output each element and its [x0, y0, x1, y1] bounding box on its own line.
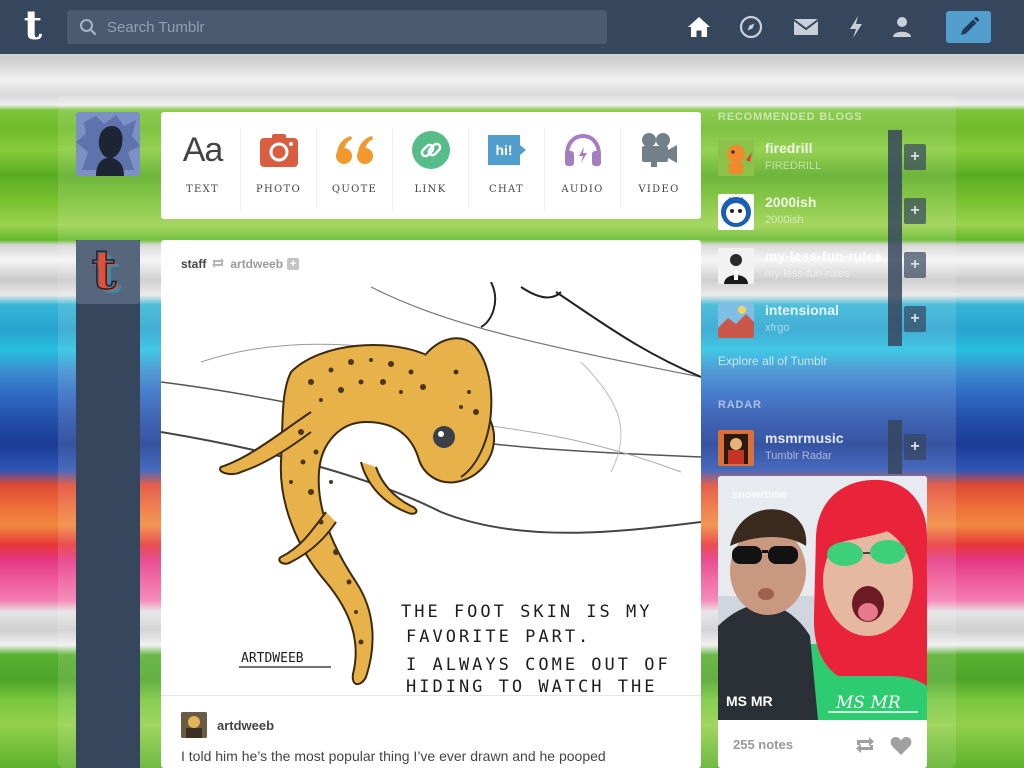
follow-plus-button[interactable]: + — [904, 252, 926, 278]
link-icon — [409, 128, 453, 172]
reblogged-from-link[interactable]: artdweeb — [230, 257, 283, 271]
post-type-link[interactable]: LINK — [393, 128, 469, 210]
radar-caption-script: MS MR — [835, 693, 901, 713]
2000ish-avatar — [718, 194, 754, 230]
intensional-avatar — [718, 302, 754, 338]
follow-plus-button[interactable]: + — [904, 306, 926, 332]
home-icon[interactable] — [686, 14, 712, 40]
svg-text:t: t — [92, 240, 117, 301]
follow-plus-icon[interactable]: + — [287, 258, 300, 270]
post-type-chat[interactable]: hi! CHAT — [469, 128, 545, 210]
radar-blog-item[interactable]: msmrmusic Tumblr Radar + — [718, 420, 928, 474]
follow-plus-button[interactable]: + — [904, 144, 926, 170]
post-type-text[interactable]: Aa TEXT — [165, 128, 241, 210]
like-heart-icon[interactable] — [890, 736, 912, 761]
quote-icon — [333, 128, 377, 172]
radar-post-card[interactable]: snowrtime MS MR MS MR 255 notes — [718, 476, 927, 768]
recommended-blog-item[interactable]: my-less-fun-rules my-less-fun-rules + — [718, 238, 928, 292]
post-avatar-column — [76, 240, 140, 768]
drawing-caption-line-3: I ALWAYS COME OUT OF — [406, 655, 671, 675]
search-input[interactable] — [107, 18, 587, 36]
explore-all-link[interactable]: Explore all of Tumblr — [718, 354, 827, 368]
inbox-envelope-icon[interactable] — [793, 14, 819, 40]
radar-photo-overlay-text: snowrtime — [732, 489, 787, 501]
msmrmusic-avatar — [718, 430, 754, 466]
drawing-signature: ARTDWEEB — [241, 651, 304, 666]
post-type-video[interactable]: VIDEO — [621, 128, 697, 210]
gecko-drawing-image: THE FOOT SKIN IS MY FAVORITE PART. I ALW… — [161, 282, 701, 694]
reblog-trail-header: artdweeb — [181, 712, 274, 738]
my-less-fun-rules-avatar — [718, 248, 754, 284]
drawing-caption-line-2: FAVORITE PART. — [406, 627, 591, 647]
post-author-link[interactable]: staff — [181, 257, 206, 271]
dashboard-post: staff artdweeb + THE FOOT SKIN IS MY FAV… — [161, 240, 701, 768]
compose-post-button[interactable] — [946, 11, 991, 43]
post-type-quote[interactable]: QUOTE — [317, 128, 393, 210]
follow-plus-button[interactable]: + — [904, 434, 926, 460]
my-blog-avatar[interactable] — [76, 112, 140, 176]
recommended-blog-item[interactable]: firedrill FIREDRILL + — [718, 130, 928, 184]
drawing-caption-line-1: THE FOOT SKIN IS MY — [401, 602, 652, 622]
account-person-icon[interactable] — [889, 14, 915, 40]
explore-compass-icon[interactable] — [738, 14, 764, 40]
post-type-audio[interactable]: AUDIO — [545, 128, 621, 210]
camera-icon — [257, 128, 301, 172]
radar-notes-count[interactable]: 255 notes — [733, 737, 793, 752]
top-navigation-bar: t — [0, 0, 1024, 54]
recommended-blog-item[interactable]: 2000ish 2000ish + — [718, 184, 928, 238]
firedrill-avatar — [718, 140, 754, 176]
chat-bubble-icon: hi! — [485, 128, 529, 172]
artdweeb-avatar[interactable] — [181, 712, 207, 738]
reblog-trail-blog-name[interactable]: artdweeb — [217, 718, 274, 733]
post-header: staff artdweeb + — [181, 256, 300, 272]
reblog-icon[interactable] — [854, 736, 876, 759]
staff-avatar[interactable]: t t t — [76, 240, 140, 304]
search-box[interactable] — [67, 10, 607, 44]
video-camera-icon — [637, 128, 681, 172]
post-type-photo[interactable]: PHOTO — [241, 128, 317, 210]
radar-photo: snowrtime MS MR MS MR — [718, 476, 927, 720]
radar-heading: RADAR — [718, 399, 762, 411]
post-type-selector: Aa TEXT PHOTO QUOTE LINK hi! CHAT AUDIO — [161, 112, 701, 219]
drawing-caption-line-4: HIDING TO WATCH THE — [406, 677, 657, 694]
text-aa-icon: Aa — [182, 130, 224, 169]
search-icon — [80, 19, 97, 36]
radar-caption: MS MR — [726, 693, 773, 709]
recommended-blogs-heading: RECOMMENDED BLOGS — [718, 111, 863, 123]
recommended-blog-item[interactable]: intensional xfrgo + — [718, 292, 928, 346]
radar-card-footer: 255 notes — [718, 724, 927, 768]
follow-plus-button[interactable]: + — [904, 198, 926, 224]
post-divider — [161, 695, 701, 696]
post-body-text: I told him he’s the most popular thing I… — [181, 748, 606, 764]
reblog-arrows-icon — [211, 257, 225, 272]
tumblr-logo[interactable]: t — [14, 6, 52, 46]
activity-lightning-icon[interactable] — [843, 14, 869, 40]
pencil-icon — [960, 16, 979, 35]
svg-text:hi!: hi! — [495, 142, 512, 158]
headphones-icon — [561, 128, 605, 172]
